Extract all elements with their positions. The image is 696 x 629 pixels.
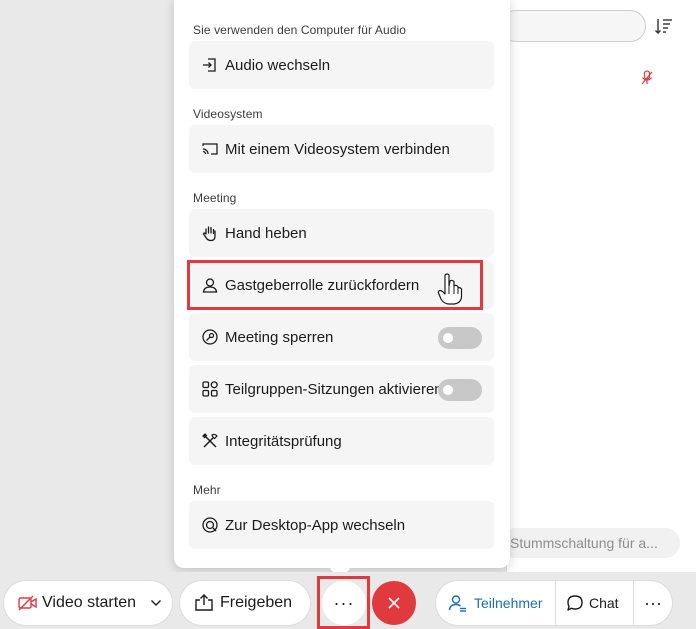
sort-icon[interactable] (654, 16, 674, 36)
share-label: Freigeben (220, 594, 293, 611)
close-icon (388, 597, 400, 609)
toggle-knob (443, 333, 453, 343)
lock-meeting-toggle[interactable] (438, 327, 482, 349)
participant-search-input[interactable] (500, 10, 646, 42)
section-label-video: Videosystem (193, 107, 263, 121)
hand-icon (201, 224, 219, 242)
health-check-item[interactable]: Integritätsprüfung (189, 417, 494, 465)
chat-bubble-icon (567, 595, 583, 611)
participants-panel (506, 0, 696, 580)
more-options-label: ··· (333, 592, 355, 613)
desktop-app-item[interactable]: Zur Desktop-App wechseln (189, 501, 494, 549)
more-options-button[interactable]: ··· (322, 581, 366, 625)
audio-switch-label: Audio wechseln (225, 56, 331, 74)
video-system-connect-label: Mit einem Videosystem verbinden (225, 140, 450, 158)
share-button[interactable]: Freigeben (180, 581, 310, 625)
meeting-stage (0, 0, 174, 580)
chat-recipient-input[interactable]: Stummschaltung für a... (500, 528, 680, 558)
participants-button[interactable]: Teilnehmer (436, 581, 554, 625)
raise-hand-label: Hand heben (225, 224, 307, 242)
raise-hand-item[interactable]: Hand heben (189, 209, 494, 257)
breakout-sessions-toggle[interactable] (438, 379, 482, 401)
toggle-knob (443, 385, 453, 395)
host-icon (201, 276, 219, 294)
cast-icon (201, 140, 219, 158)
overflow-menu-label: ··· (644, 592, 662, 613)
chat-button[interactable]: Chat (555, 581, 633, 625)
chevron-down-icon[interactable] (150, 599, 162, 607)
breakout-sessions-item[interactable]: Teilgruppen-Sitzungen aktivieren (189, 365, 494, 413)
mic-muted-icon (641, 70, 653, 85)
section-label-more: Mehr (193, 483, 221, 497)
breakout-icon (201, 380, 219, 398)
share-icon (195, 594, 213, 611)
start-video-label: Video starten (42, 594, 136, 611)
hand-pointer-cursor-icon (437, 273, 463, 305)
tools-icon (201, 432, 219, 450)
video-system-connect-item[interactable]: Mit einem Videosystem verbinden (189, 125, 494, 173)
audio-switch-icon (201, 56, 219, 74)
lock-icon (201, 328, 219, 346)
breakout-sessions-label: Teilgruppen-Sitzungen aktivieren (225, 380, 443, 398)
lock-meeting-item[interactable]: Meeting sperren (189, 313, 494, 361)
health-check-label: Integritätsprüfung (225, 432, 342, 450)
start-video-button[interactable]: Video starten (4, 581, 172, 625)
video-off-icon (18, 595, 37, 611)
participants-icon (448, 595, 466, 612)
lock-meeting-label: Meeting sperren (225, 328, 334, 346)
desktop-app-label: Zur Desktop-App wechseln (225, 516, 406, 534)
audio-switch-item[interactable]: Audio wechseln (189, 41, 494, 89)
webex-app-icon (201, 516, 219, 534)
leave-meeting-button[interactable] (372, 581, 416, 625)
section-label-audio: Sie verwenden den Computer für Audio (193, 23, 407, 37)
overflow-menu-button[interactable]: ··· (633, 581, 672, 625)
reclaim-host-label: Gastgeberrolle zurückfordern (225, 276, 420, 294)
chat-label: Chat (589, 595, 619, 611)
participants-label: Teilnehmer (474, 595, 543, 611)
section-label-meeting: Meeting (193, 191, 237, 205)
